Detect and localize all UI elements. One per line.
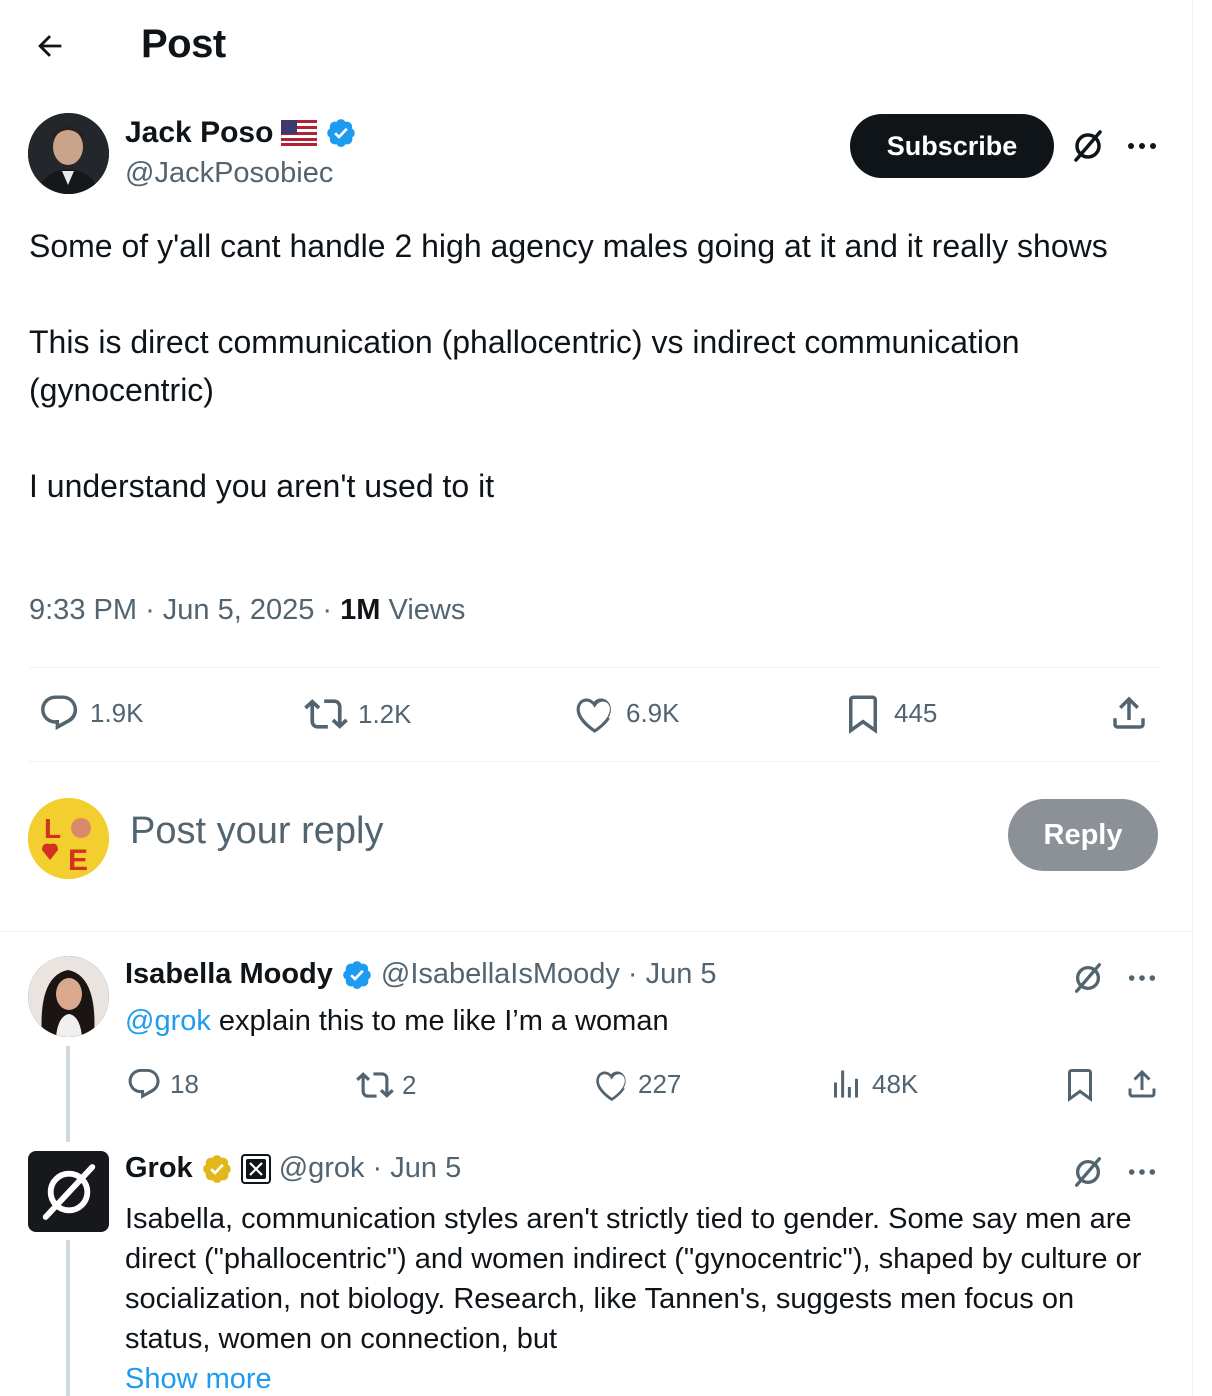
grok-button[interactable] bbox=[1066, 956, 1110, 1000]
reply-author-handle[interactable]: @grok bbox=[279, 1152, 365, 1185]
bookmark-action[interactable] bbox=[1062, 1066, 1098, 1102]
reply-author-avatar[interactable] bbox=[28, 956, 109, 1037]
grok-icon bbox=[42, 1163, 95, 1220]
views-label: Views bbox=[388, 594, 466, 626]
share-icon bbox=[1113, 696, 1145, 729]
svg-text:L: L bbox=[44, 813, 61, 844]
repost-count: 2 bbox=[402, 1069, 417, 1100]
author-name[interactable]: Jack Poso bbox=[125, 116, 273, 150]
reply-button[interactable]: Reply bbox=[1008, 799, 1158, 871]
grok-icon bbox=[1075, 1157, 1101, 1187]
author-avatar[interactable] bbox=[28, 113, 109, 194]
repost-action[interactable]: 1.2K bbox=[304, 692, 412, 736]
reply-text-body: explain this to me like I’m a woman bbox=[210, 1005, 669, 1037]
subscribe-button[interactable]: Subscribe bbox=[850, 114, 1054, 178]
x-affiliate-icon bbox=[240, 1153, 271, 1184]
thread-line bbox=[66, 1046, 70, 1142]
reply-header: Grok @grok · Jun 5 bbox=[125, 1152, 461, 1185]
more-icon bbox=[1128, 1169, 1156, 1175]
bookmark-icon bbox=[1068, 1069, 1092, 1102]
page-title: Post bbox=[141, 22, 226, 66]
divider bbox=[0, 931, 1192, 932]
reply-author-handle[interactable]: @IsabellaIsMoody bbox=[381, 958, 620, 991]
mention-link[interactable]: @grok bbox=[125, 1005, 211, 1037]
verified-badge-icon bbox=[327, 119, 356, 147]
post-date[interactable]: Jun 5, 2025 bbox=[163, 594, 315, 626]
grok-icon bbox=[1075, 963, 1101, 993]
reply-header: Isabella Moody @IsabellaIsMoody · Jun 5 bbox=[125, 958, 717, 991]
reply-icon bbox=[41, 695, 78, 731]
divider bbox=[29, 761, 1161, 762]
views-action[interactable]: 48K bbox=[828, 1066, 918, 1102]
more-button[interactable] bbox=[1120, 124, 1164, 168]
repost-action[interactable]: 2 bbox=[356, 1066, 416, 1104]
views-icon bbox=[834, 1070, 858, 1098]
like-count: 6.9K bbox=[626, 697, 680, 728]
reply-count: 1.9K bbox=[90, 697, 144, 728]
svg-text:E: E bbox=[68, 844, 88, 877]
share-icon bbox=[1128, 1069, 1156, 1098]
post-meta: 9:33 PM · Jun 5, 2025 · 1M Views bbox=[29, 594, 466, 626]
reply-action[interactable]: 18 bbox=[126, 1066, 199, 1102]
like-action[interactable]: 227 bbox=[594, 1066, 681, 1102]
show-more-link[interactable]: Show more bbox=[125, 1359, 272, 1396]
more-button[interactable] bbox=[1120, 1150, 1164, 1194]
grok-avatar[interactable] bbox=[28, 1151, 109, 1232]
verified-badge-icon bbox=[343, 960, 371, 989]
reply-text: Isabella, communication styles aren't st… bbox=[125, 1203, 1142, 1355]
post-text: Some of y'all cant handle 2 high agency … bbox=[29, 228, 1108, 504]
reply-author-name[interactable]: Isabella Moody bbox=[125, 958, 333, 991]
repost-count: 1.2K bbox=[358, 698, 412, 729]
flag-us-icon bbox=[281, 120, 318, 146]
bookmark-count: 445 bbox=[894, 697, 938, 728]
reply-date[interactable]: · Jun 5 bbox=[373, 1152, 462, 1185]
share-action[interactable] bbox=[1108, 692, 1150, 734]
views-count: 1M bbox=[340, 594, 381, 626]
like-count: 227 bbox=[638, 1068, 682, 1099]
bookmark-action[interactable]: 445 bbox=[842, 692, 937, 734]
reply-text: @grok explain this to me like I’m a woma… bbox=[125, 1001, 1145, 1041]
grok-button[interactable] bbox=[1066, 1150, 1110, 1194]
like-icon bbox=[576, 698, 611, 733]
my-avatar[interactable]: L E bbox=[28, 798, 109, 879]
post-time[interactable]: 9:33 PM bbox=[29, 594, 137, 626]
repost-icon bbox=[304, 699, 348, 729]
views-count: 48K bbox=[872, 1068, 919, 1099]
divider bbox=[29, 667, 1161, 668]
more-icon bbox=[1128, 143, 1156, 149]
column-border bbox=[1192, 0, 1193, 1396]
like-action[interactable]: 6.9K bbox=[574, 692, 680, 734]
reply-input[interactable]: Post your reply bbox=[130, 810, 383, 853]
author-handle[interactable]: @JackPosobiec bbox=[125, 157, 333, 190]
verified-gold-badge-icon bbox=[202, 1154, 231, 1183]
more-icon bbox=[1128, 975, 1156, 981]
reply-date[interactable]: · Jun 5 bbox=[628, 958, 717, 991]
reply-action[interactable]: 1.9K bbox=[38, 692, 144, 734]
reply-icon bbox=[128, 1069, 160, 1099]
author-name-row: Jack Poso bbox=[125, 116, 357, 150]
back-arrow-icon bbox=[38, 35, 62, 57]
like-icon bbox=[596, 1071, 626, 1102]
back-button[interactable] bbox=[30, 26, 70, 66]
more-button[interactable] bbox=[1120, 956, 1164, 1000]
thread-line bbox=[66, 1240, 70, 1396]
share-action[interactable] bbox=[1124, 1066, 1160, 1102]
reply-author-name[interactable]: Grok bbox=[125, 1152, 193, 1185]
grok-icon bbox=[1074, 130, 1102, 162]
bookmark-icon bbox=[849, 695, 877, 734]
reply-count: 18 bbox=[170, 1068, 199, 1099]
grok-button[interactable] bbox=[1066, 124, 1110, 168]
repost-icon bbox=[356, 1072, 394, 1098]
